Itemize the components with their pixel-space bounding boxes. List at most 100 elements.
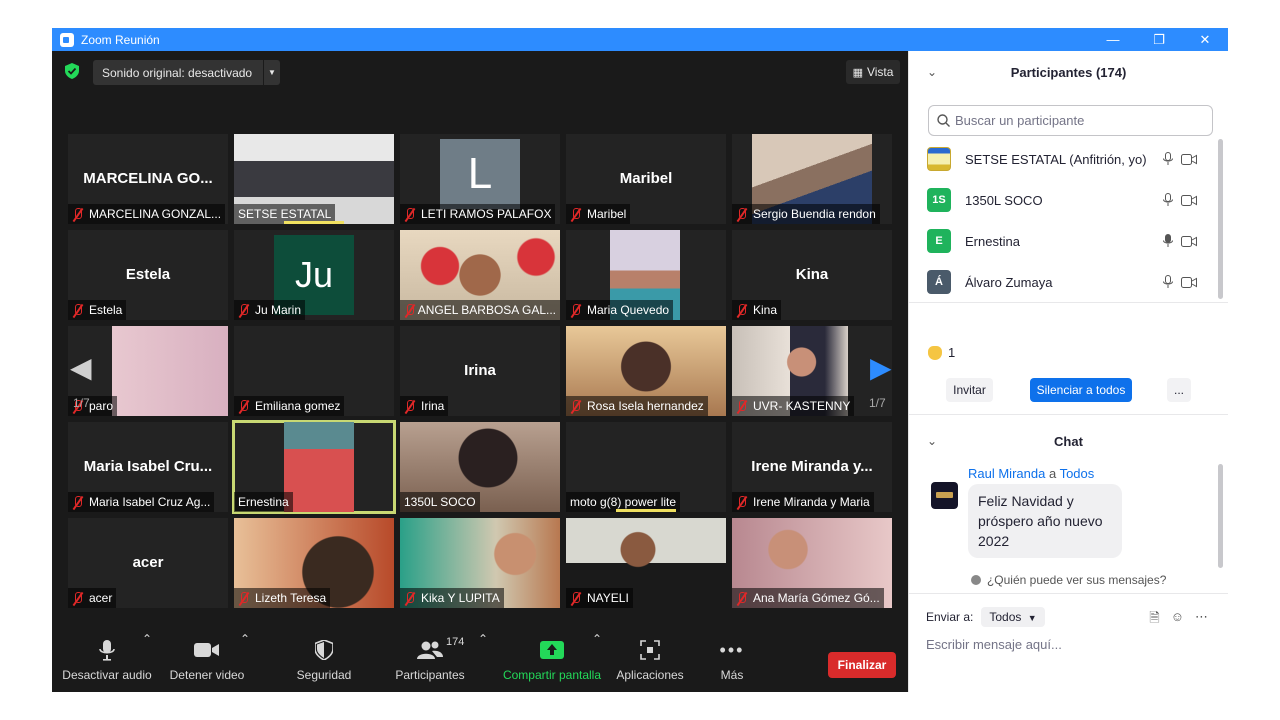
end-meeting-button[interactable]: Finalizar bbox=[828, 652, 896, 678]
participant-list-item[interactable]: Á Álvaro Zumaya bbox=[927, 267, 1207, 297]
zoom-window: Zoom Reunión — ❐ ✕ Sonido original: desa… bbox=[52, 28, 1228, 692]
video-options-caret-icon[interactable]: ⌃ bbox=[240, 632, 250, 646]
video-camera-icon[interactable] bbox=[1181, 235, 1197, 247]
video-tile[interactable]: acer acer bbox=[68, 518, 228, 608]
video-tile[interactable]: Ju Ju Marin bbox=[234, 230, 394, 320]
participants-options-caret-icon[interactable]: ⌃ bbox=[478, 632, 488, 646]
participant-name: Emiliana gomez bbox=[255, 399, 341, 413]
video-tile[interactable]: ANGEL BARBOSA GAL... bbox=[400, 230, 560, 320]
clap-icon bbox=[928, 345, 942, 360]
microphone-icon[interactable] bbox=[1163, 275, 1173, 289]
video-tile[interactable]: Irene Miranda y... Irene Miranda y Maria bbox=[732, 422, 892, 512]
participant-list-item[interactable]: SETSE ESTATAL (Anfitrión, yo) bbox=[927, 144, 1207, 174]
send-to-row: Enviar a: Todos ▼ bbox=[926, 607, 1045, 627]
message-sender[interactable]: Raul Miranda bbox=[968, 466, 1045, 481]
more-dots-icon[interactable]: ⋯ bbox=[1195, 609, 1208, 631]
muted-mic-icon bbox=[238, 399, 250, 413]
emoji-icon[interactable]: ☺ bbox=[1171, 609, 1184, 631]
original-sound-button[interactable]: Sonido original: desactivado ▼ bbox=[93, 60, 280, 85]
video-tile[interactable]: MARCELINA GO... MARCELINA GONZAL... bbox=[68, 134, 228, 224]
audio-options-caret-icon[interactable]: ⌃ bbox=[142, 632, 152, 646]
security-label: Seguridad bbox=[296, 668, 352, 682]
video-tile[interactable]: Maria Quevedo bbox=[566, 230, 726, 320]
who-can-see-messages-link[interactable]: ¿Quién puede ver sus mensajes? bbox=[909, 573, 1228, 587]
participant-name: acer bbox=[89, 591, 113, 605]
title-bar: Zoom Reunión — ❐ ✕ bbox=[52, 28, 1228, 51]
next-page-arrow-icon[interactable]: ▶ bbox=[870, 351, 892, 384]
video-camera-icon[interactable] bbox=[1181, 153, 1197, 165]
invite-button[interactable]: Invitar bbox=[946, 378, 993, 402]
share-options-caret-icon[interactable]: ⌃ bbox=[592, 632, 602, 646]
video-tile[interactable]: Emiliana gomez bbox=[234, 326, 394, 416]
video-tile[interactable]: 1350L SOCO bbox=[400, 422, 560, 512]
participant-name: MARCELINA GONZAL... bbox=[89, 207, 222, 221]
participant-name-label: UVR- KASTENNY bbox=[732, 396, 855, 416]
participant-list-name: SETSE ESTATAL (Anfitrión, yo) bbox=[965, 151, 1147, 167]
participant-name-label: Estela bbox=[68, 300, 127, 320]
reaction-summary: 1 bbox=[928, 345, 955, 360]
participant-status-icons bbox=[1163, 152, 1207, 166]
video-tile[interactable]: moto g(8) power lite bbox=[566, 422, 726, 512]
mute-all-button[interactable]: Silenciar a todos bbox=[1030, 378, 1132, 402]
microphone-icon[interactable] bbox=[1163, 152, 1173, 166]
video-tile[interactable]: Kina Kina bbox=[732, 230, 892, 320]
participant-search-input[interactable]: Buscar un participante bbox=[928, 105, 1213, 136]
participants-title: Participantes (174) bbox=[1010, 64, 1127, 80]
view-button[interactable]: ▦ Vista bbox=[846, 60, 900, 84]
security-button[interactable]: Seguridad bbox=[288, 632, 360, 692]
participant-name-label: Ju Marin bbox=[234, 300, 306, 320]
more-options-button[interactable]: ... bbox=[1167, 378, 1191, 402]
participant-list-item[interactable]: 1S 1350L SOCO bbox=[927, 185, 1207, 215]
close-icon[interactable]: ✕ bbox=[1182, 28, 1228, 51]
collapse-chevron-icon[interactable]: ⌄ bbox=[927, 65, 937, 79]
video-tile[interactable]: Irina Irina bbox=[400, 326, 560, 416]
participant-name: paro bbox=[89, 399, 114, 413]
mute-audio-button[interactable]: Desactivar audio bbox=[62, 632, 152, 692]
participant-name-label: ANGEL BARBOSA GAL... bbox=[400, 300, 560, 320]
participants-scrollbar[interactable] bbox=[1218, 139, 1223, 299]
video-tile[interactable]: Estela Estela bbox=[68, 230, 228, 320]
reaction-count: 1 bbox=[948, 345, 956, 360]
stop-video-button[interactable]: Detener video bbox=[166, 632, 248, 692]
apps-button[interactable]: Aplicaciones bbox=[614, 632, 686, 692]
video-tile[interactable]: SETSE ESTATAL bbox=[234, 134, 394, 224]
video-tile[interactable]: Ana María Gómez Gó... bbox=[732, 518, 892, 608]
participant-name-label: Ana María Gómez Gó... bbox=[732, 588, 884, 608]
video-tile[interactable]: Rosa Isela hernandez bbox=[566, 326, 726, 416]
encryption-shield-icon[interactable] bbox=[65, 63, 79, 79]
video-camera-icon[interactable] bbox=[1181, 276, 1197, 288]
participant-name: Maribel bbox=[587, 207, 627, 221]
participant-name: moto g(8) power lite bbox=[570, 495, 677, 509]
video-tile[interactable]: Maria Isabel Cru... Maria Isabel Cruz Ag.… bbox=[68, 422, 228, 512]
chevron-down-icon[interactable]: ▼ bbox=[263, 60, 280, 85]
participant-list-item[interactable]: E Ernestina bbox=[927, 226, 1207, 256]
prev-page-arrow-icon[interactable]: ◀ bbox=[70, 351, 92, 384]
participant-name-label: Rosa Isela hernandez bbox=[566, 396, 708, 416]
participant-name: Maria Isabel Cruz Ag... bbox=[89, 495, 211, 509]
video-tile[interactable]: Sergio Buendia rendon bbox=[732, 134, 892, 224]
microphone-icon[interactable] bbox=[1163, 234, 1173, 248]
chat-collapse-chevron-icon[interactable]: ⌄ bbox=[927, 434, 937, 448]
send-to-select[interactable]: Todos ▼ bbox=[981, 607, 1045, 627]
video-tile[interactable]: Maribel Maribel bbox=[566, 134, 726, 224]
file-icon[interactable]: 🗎 bbox=[1149, 609, 1159, 631]
video-tile[interactable]: UVR- KASTENNY bbox=[732, 326, 892, 416]
video-tile[interactable]: NAYELI bbox=[566, 518, 726, 608]
minimize-icon[interactable]: — bbox=[1090, 28, 1136, 51]
more-button[interactable]: ••• Más bbox=[708, 632, 756, 692]
video-tile[interactable]: L LETI RAMOS PALAFOX bbox=[400, 134, 560, 224]
participant-name-label: Irene Miranda y Maria bbox=[732, 492, 874, 512]
chat-message-input[interactable]: Escribir mensaje aquí... bbox=[926, 637, 1062, 652]
chat-scrollbar[interactable] bbox=[1218, 464, 1223, 568]
participants-label: Participantes bbox=[395, 668, 465, 682]
meeting-toolbar: Desactivar audio ⌃ Detener video ⌃ Segur… bbox=[52, 632, 908, 692]
share-screen-button[interactable]: Compartir pantalla bbox=[500, 632, 604, 692]
video-tile[interactable]: paro bbox=[68, 326, 228, 416]
restore-icon[interactable]: ❐ bbox=[1136, 28, 1182, 51]
microphone-icon[interactable] bbox=[1163, 193, 1173, 207]
video-tile[interactable]: Ernestina bbox=[232, 420, 396, 514]
video-camera-icon[interactable] bbox=[1181, 194, 1197, 206]
participants-button[interactable]: 174 Participantes bbox=[390, 632, 470, 692]
video-tile[interactable]: Kika Y LUPITA bbox=[400, 518, 560, 608]
video-tile[interactable]: Lizeth Teresa bbox=[234, 518, 394, 608]
